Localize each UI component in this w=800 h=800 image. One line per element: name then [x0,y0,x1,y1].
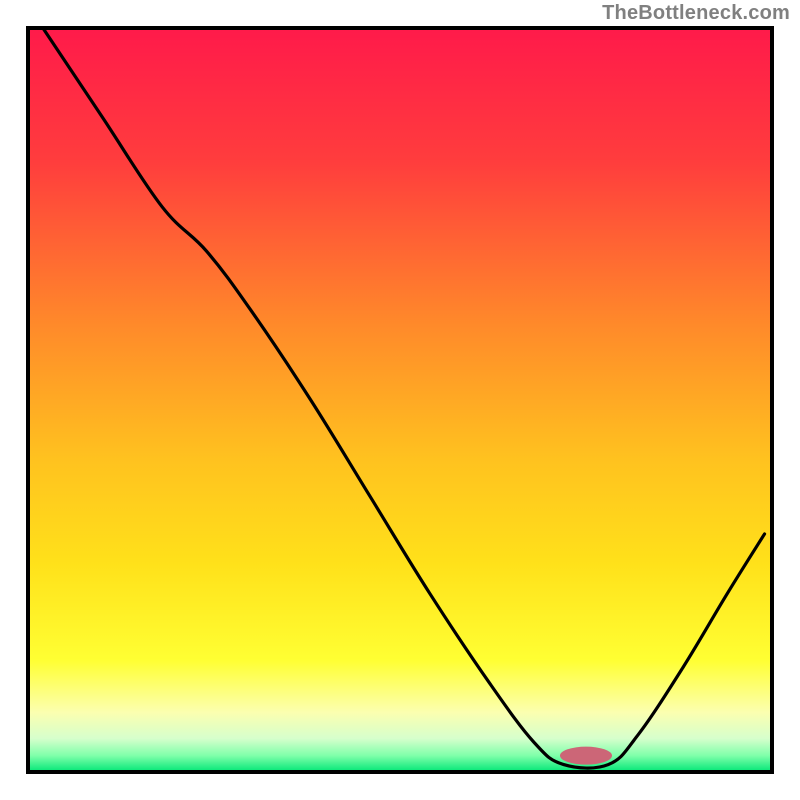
optimal-marker [560,747,612,765]
gradient-background [28,28,772,772]
watermark-text: TheBottleneck.com [602,2,790,25]
bottleneck-chart [0,0,800,800]
chart-frame: TheBottleneck.com [0,0,800,800]
